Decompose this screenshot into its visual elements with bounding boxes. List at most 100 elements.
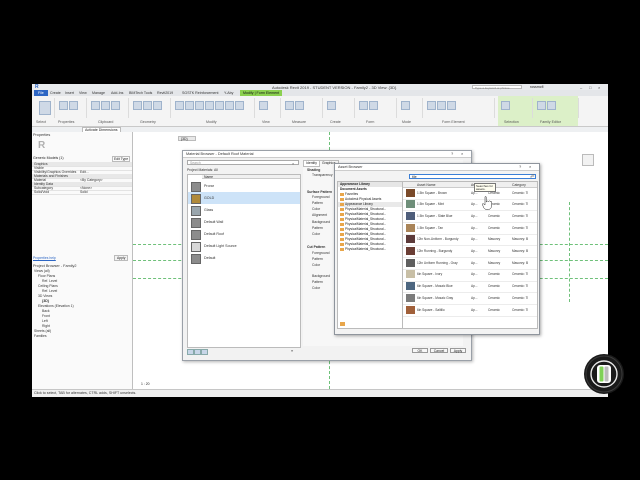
browser-item[interactable]: Front [42, 314, 50, 318]
tree-item[interactable]: PhysicalMaterial_Structural... [338, 212, 402, 217]
move-icon[interactable] [205, 101, 214, 110]
array-icon[interactable] [235, 101, 244, 110]
new-material-icon[interactable] [187, 349, 194, 355]
browser-item[interactable]: {3D} [42, 299, 49, 303]
prop-row[interactable]: Solid/Void Solid [32, 190, 132, 195]
offset-icon[interactable] [185, 101, 194, 110]
ok-button[interactable]: OK [412, 348, 428, 353]
browser-item[interactable]: Right [42, 324, 50, 328]
tree-item[interactable]: Autodesk Physical Assets [338, 197, 402, 202]
modify-icon[interactable] [39, 101, 51, 115]
hide-icon[interactable] [259, 101, 268, 110]
material-list-header[interactable]: Name [202, 175, 300, 179]
properties-icon[interactable] [59, 101, 68, 110]
tree-header[interactable]: Appearance Library [338, 182, 402, 187]
browser-item[interactable]: Ref. Level [42, 279, 57, 283]
collapse-icon[interactable]: « [291, 348, 293, 353]
tree-item[interactable]: PhysicalMaterial_Structural... [338, 222, 402, 227]
cope-icon[interactable] [143, 101, 152, 110]
view-scale[interactable]: 1 : 20 [141, 382, 149, 386]
tab-add-ins[interactable]: Add-Ins [111, 91, 123, 95]
asset-row[interactable]: 6in Square - Saltillo Ap... Ceramic Ceramic… [403, 304, 537, 317]
mirror-icon[interactable] [195, 101, 204, 110]
apply-button[interactable]: Apply [450, 348, 466, 353]
list-item[interactable]: Prorar [188, 180, 300, 192]
help-search-input[interactable]: Type a keyword or phrase [472, 84, 522, 90]
tab-insert[interactable]: Insert [65, 91, 74, 95]
list-item[interactable]: GOLD [188, 192, 300, 204]
list-item[interactable]: Default Wall [188, 216, 300, 228]
tree-item[interactable]: PhysicalMaterial_Structural... [338, 232, 402, 237]
material-search-input[interactable]: Search ⌕ [187, 160, 299, 166]
material-filter[interactable]: Project Materials: All [187, 168, 227, 172]
minimize-icon[interactable]: – [580, 85, 582, 90]
selection-icon[interactable] [501, 101, 510, 110]
browser-item[interactable]: Back [42, 309, 50, 313]
column-header[interactable]: Category [512, 183, 526, 187]
browser-item[interactable]: Families [34, 334, 47, 338]
tab-y-aby[interactable]: Y-Aby [224, 91, 233, 95]
cut-geometry-icon[interactable] [153, 101, 162, 110]
library-icon[interactable] [201, 349, 208, 355]
tree-item[interactable]: Document Assets [338, 187, 402, 192]
section-cut-pattern[interactable]: Cut Pattern [307, 245, 325, 249]
browser-item[interactable]: Floor Plans [38, 274, 55, 278]
list-item[interactable]: Default [188, 252, 300, 264]
view-tab[interactable]: {3D} [178, 136, 196, 141]
add-library-icon[interactable] [340, 322, 345, 326]
cut-icon[interactable] [101, 101, 110, 110]
browser-item[interactable]: Ceiling Plans [38, 284, 58, 288]
create-group-icon[interactable] [327, 101, 336, 110]
tree-item[interactable]: PhysicalMaterial_Structural... [338, 207, 402, 212]
browser-item[interactable]: Elevations (Elevation 1) [38, 304, 74, 308]
load-and-close-icon[interactable] [547, 101, 556, 110]
trim-icon[interactable] [225, 101, 234, 110]
view-options-icon[interactable]: ☰ [531, 173, 535, 178]
asset-search-input[interactable]: tile × [409, 174, 536, 179]
browser-item[interactable]: Sheets (all) [34, 329, 51, 333]
tab-view[interactable]: View [79, 91, 87, 95]
tab-create[interactable]: Create [50, 91, 61, 95]
help-icon[interactable]: ? [451, 151, 453, 156]
list-item[interactable]: Glass [188, 204, 300, 216]
list-item[interactable]: Default Light Source [188, 240, 300, 252]
browser-item[interactable]: Ref. Level [42, 289, 57, 293]
add-profile-icon[interactable] [437, 101, 446, 110]
dimension-icon[interactable] [295, 101, 304, 110]
list-item[interactable]: Default Roof [188, 228, 300, 240]
tree-item[interactable]: Appearance Library [338, 202, 402, 207]
join-icon[interactable] [133, 101, 142, 110]
tree-item[interactable]: Favorites [338, 192, 402, 197]
void-form-icon[interactable] [369, 101, 378, 110]
load-into-project-icon[interactable] [537, 101, 546, 110]
tab-identity[interactable]: Identity [303, 160, 320, 167]
close-icon[interactable]: × [529, 164, 531, 169]
copy-icon[interactable] [111, 101, 120, 110]
edit-profile-icon[interactable] [401, 101, 410, 110]
browser-item[interactable]: Views (all) [34, 269, 50, 273]
user-name[interactable]: rossmcfl [530, 85, 543, 89]
tree-item[interactable]: PhysicalMaterial_Structural... [338, 227, 402, 232]
tab-revit2019[interactable]: Revit2019 [157, 91, 173, 95]
section-surface-pattern[interactable]: Surface Pattern [307, 190, 332, 194]
type-properties-icon[interactable] [69, 101, 78, 110]
solid-form-icon[interactable] [359, 101, 368, 110]
tab-manage[interactable]: Manage [92, 91, 105, 95]
view-cube-icon[interactable] [582, 154, 594, 166]
help-icon[interactable]: ? [519, 164, 521, 169]
close-icon[interactable]: × [461, 151, 463, 156]
reference-plane[interactable] [569, 202, 570, 302]
maximize-icon[interactable]: □ [589, 85, 591, 90]
open-asset-browser-icon[interactable] [194, 349, 201, 355]
browser-item[interactable]: 3D Views [38, 294, 52, 298]
add-edge-icon[interactable] [427, 101, 436, 110]
type-selector[interactable]: Generic Models (1) [33, 156, 64, 160]
properties-help-link[interactable]: Properties help [33, 256, 56, 260]
rotate-icon[interactable] [215, 101, 224, 110]
dissolve-icon[interactable] [447, 101, 456, 110]
tree-item[interactable]: PhysicalMaterial_Structural... [338, 242, 402, 247]
measure-icon[interactable] [285, 101, 294, 110]
browser-item[interactable]: Left [42, 319, 48, 323]
tab-bimtech[interactable]: BIMTech Tools [129, 91, 152, 95]
apply-button[interactable]: Apply [114, 255, 129, 261]
